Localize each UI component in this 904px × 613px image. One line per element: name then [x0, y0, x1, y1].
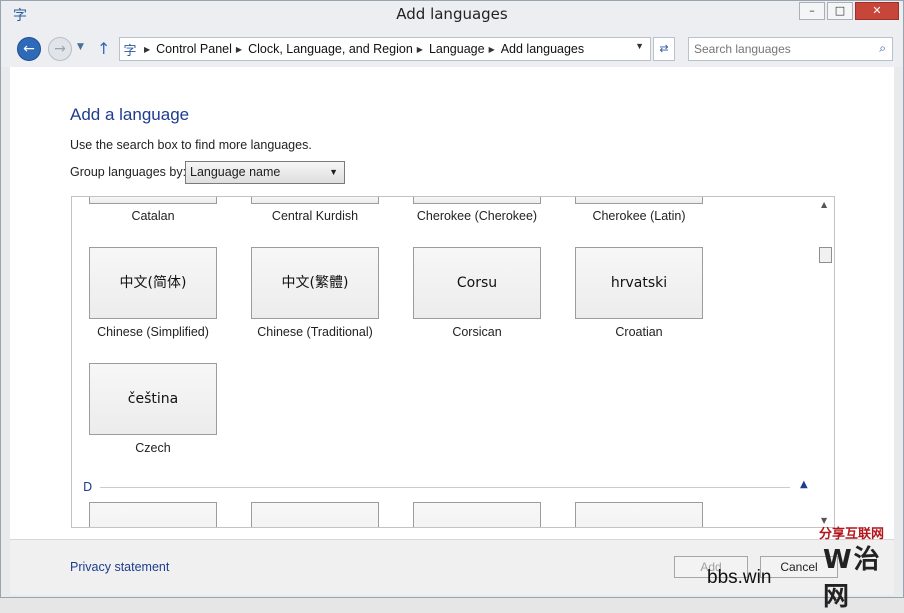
scroll-thumb[interactable]	[819, 247, 832, 263]
search-hint: Use the search box to find more language…	[70, 138, 312, 152]
chevron-right-icon[interactable]: ▶	[236, 45, 242, 54]
breadcrumb-add-languages[interactable]: Add languages	[501, 42, 584, 56]
language-tile-czech[interactable]: čeština	[89, 363, 217, 435]
language-tile-chinese-simplified[interactable]: 中文(简体)	[89, 247, 217, 319]
language-label: Czech	[135, 441, 171, 455]
language-label: Cherokee (Latin)	[592, 209, 686, 223]
scroll-down-icon[interactable]: ▼	[821, 516, 827, 525]
group-by-label: Group languages by:	[70, 165, 187, 179]
back-arrow-icon[interactable]: ←	[17, 37, 41, 61]
refresh-icon[interactable]: ⇄	[653, 37, 675, 61]
maximize-button[interactable]: □	[827, 2, 853, 20]
language-label: Chinese (Simplified)	[97, 325, 209, 339]
chevron-down-icon: ▼	[329, 167, 338, 177]
group-by-value: Language name	[190, 165, 281, 179]
forward-arrow-icon[interactable]: →	[48, 37, 72, 61]
title-bar: 字 Add languages – □ ✕	[1, 1, 903, 31]
breadcrumb-language[interactable]: Language	[429, 42, 485, 56]
language-tile[interactable]	[575, 502, 703, 527]
group-by-select[interactable]: Language name ▼	[185, 161, 345, 184]
chevron-right-icon[interactable]: ▶	[417, 45, 423, 54]
window-title: Add languages	[396, 5, 508, 23]
language-tile-corsican[interactable]: Corsu	[413, 247, 541, 319]
section-divider	[100, 487, 790, 488]
breadcrumb-control-panel[interactable]: Control Panel	[156, 42, 232, 56]
chevron-right-icon[interactable]: ▶	[144, 45, 150, 54]
control-panel-icon: 字	[123, 42, 137, 58]
search-box[interactable]: ⌕	[688, 37, 893, 61]
language-tile[interactable]	[251, 502, 379, 527]
search-input[interactable]	[689, 38, 869, 60]
address-dropdown-icon[interactable]: ▼	[635, 41, 644, 51]
language-tile[interactable]	[89, 197, 217, 204]
up-arrow-icon[interactable]: ↑	[97, 39, 110, 58]
window-controls: – □ ✕	[799, 2, 899, 20]
add-languages-window: 字 Add languages – □ ✕ ← → ▼ ↑ 字 ▶ Contro…	[0, 0, 904, 612]
close-button[interactable]: ✕	[855, 2, 899, 20]
address-bar[interactable]: 字 ▶ Control Panel ▶ Clock, Language, and…	[119, 37, 651, 61]
add-button[interactable]: Add	[674, 556, 748, 578]
scroll-up-icon[interactable]: ▲	[821, 200, 827, 209]
recent-locations-icon[interactable]: ▼	[77, 42, 84, 52]
language-label: Corsican	[452, 325, 502, 339]
language-tile[interactable]	[413, 502, 541, 527]
language-tile-croatian[interactable]: hrvatski	[575, 247, 703, 319]
minimize-button[interactable]: –	[799, 2, 825, 20]
language-label: Chinese (Traditional)	[257, 325, 373, 339]
breadcrumb-clock-language-region[interactable]: Clock, Language, and Region	[248, 42, 413, 56]
language-label: Cherokee (Cherokee)	[416, 209, 538, 223]
language-label: Catalan	[131, 209, 175, 223]
main-content: Add a language Use the search box to fin…	[10, 67, 894, 539]
collapse-section-icon[interactable]: ▲	[800, 479, 808, 490]
vertical-scrollbar[interactable]: ▲ ▼	[817, 197, 834, 527]
page-title: Add a language	[70, 105, 190, 124]
language-label: Croatian	[615, 325, 663, 339]
section-header-d[interactable]: D	[83, 480, 92, 494]
language-list: Catalan Central Kurdish Cherokee (Cherok…	[71, 196, 835, 528]
search-icon[interactable]: ⌕	[879, 41, 886, 56]
chevron-right-icon[interactable]: ▶	[489, 45, 495, 54]
language-tile[interactable]	[89, 502, 217, 527]
language-tile[interactable]	[413, 197, 541, 204]
cancel-button[interactable]: Cancel	[760, 556, 838, 578]
language-label: Central Kurdish	[271, 209, 359, 223]
navigation-bar: ← → ▼ ↑ 字 ▶ Control Panel ▶ Clock, Langu…	[1, 31, 903, 67]
language-tile[interactable]	[251, 197, 379, 204]
privacy-statement-link[interactable]: Privacy statement	[70, 560, 169, 574]
language-tile[interactable]	[575, 197, 703, 204]
dialog-footer: Privacy statement Add Cancel	[10, 539, 894, 595]
language-tile-chinese-traditional[interactable]: 中文(繁體)	[251, 247, 379, 319]
